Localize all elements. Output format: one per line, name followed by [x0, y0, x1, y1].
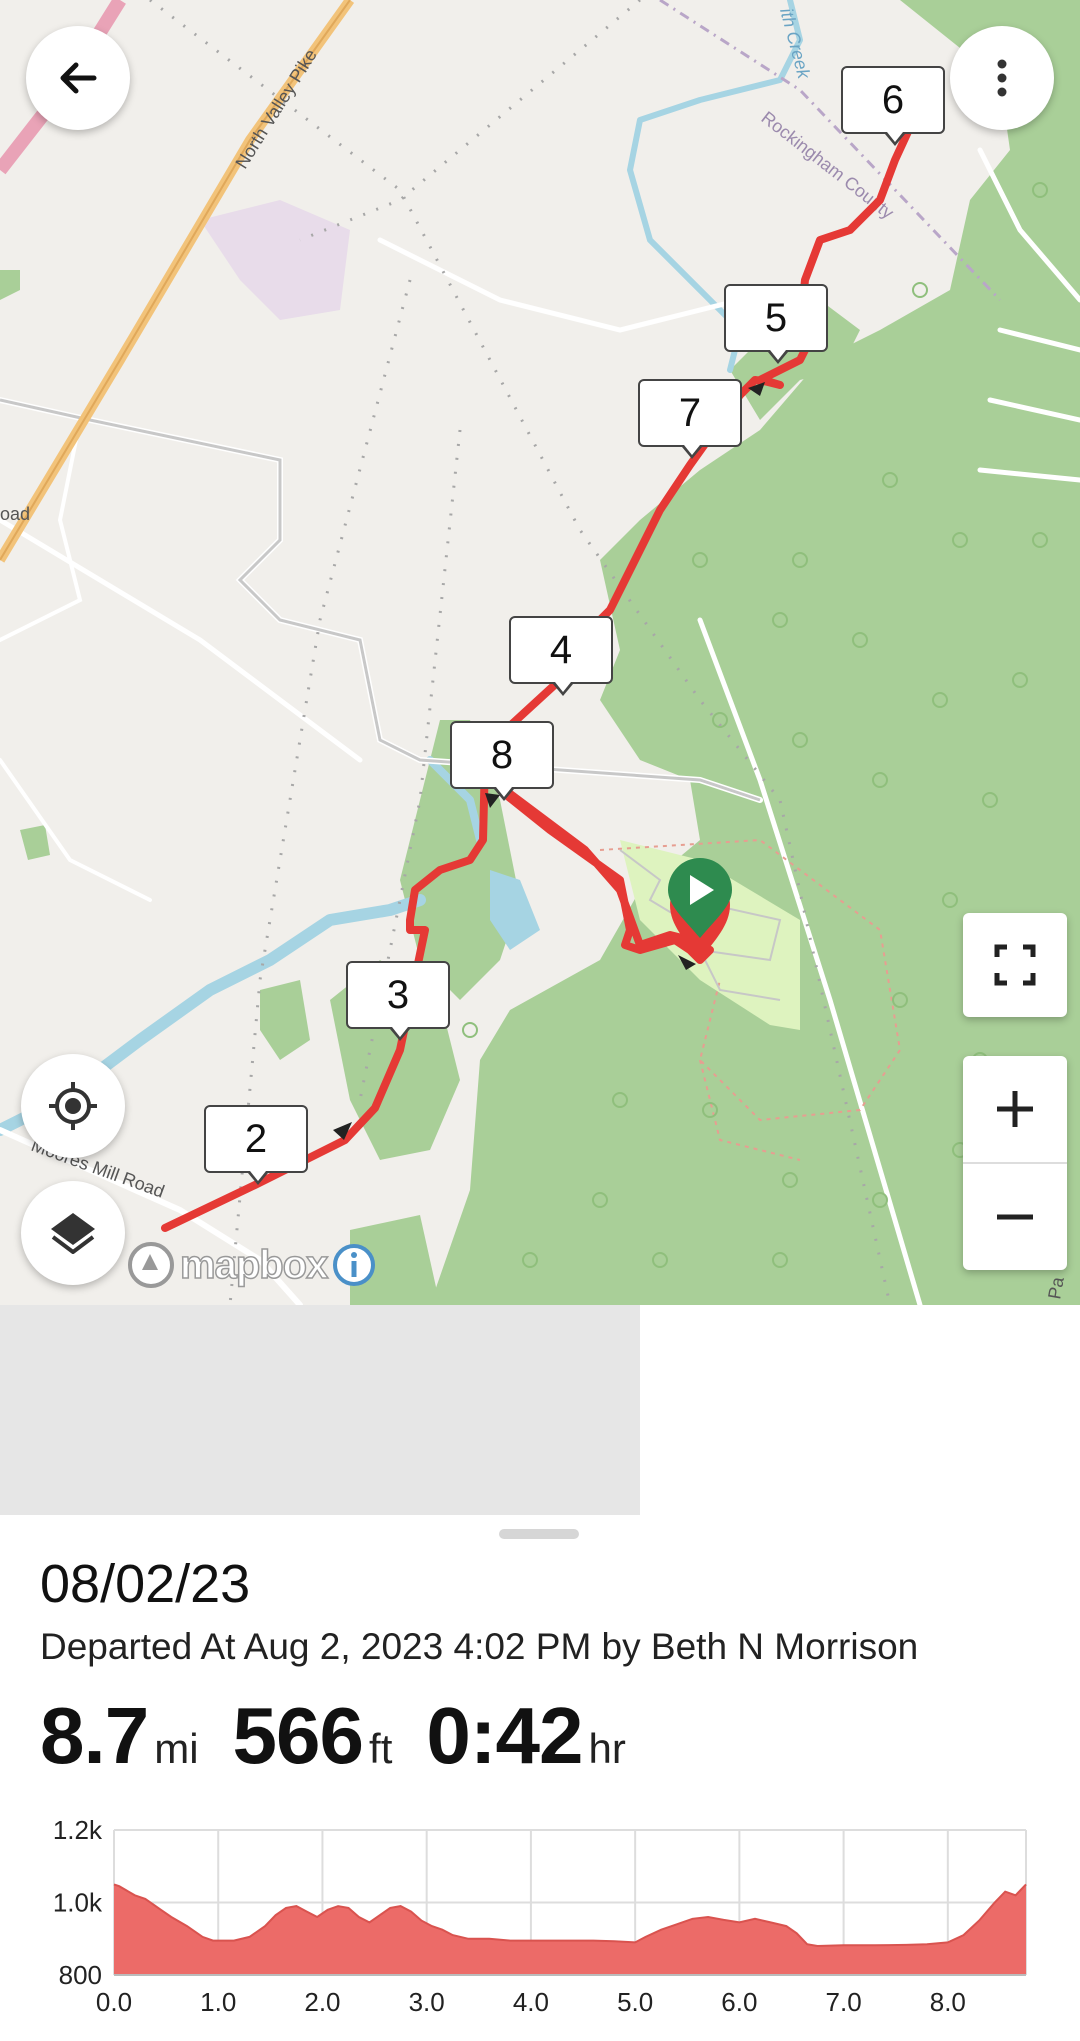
chart-x-tick-label: 7.0: [826, 1987, 862, 2017]
mile-marker-5[interactable]: 5: [724, 284, 828, 364]
activity-title: 08/02/23: [40, 1554, 251, 1614]
activity-stats: 8.7 mi 566 ft 0:42 hr: [40, 1690, 660, 1782]
zoom-in-button[interactable]: [963, 1056, 1067, 1164]
elevation-chart[interactable]: 0.0 1.0 2.0 3.0 4.0 5.0 6.0 7.0 8.0 800 1.0k 1.2k: [0, 1805, 1080, 2041]
more-vertical-icon: [997, 59, 1007, 97]
chart-x-tick-label: 0.0: [96, 1987, 132, 2017]
chart-y-tick-label: 1.2k: [53, 1815, 103, 1845]
map-view[interactable]: North Valley Pike Rockingham County ith …: [0, 0, 1080, 1305]
map-label-road-left: oad: [0, 504, 30, 524]
mile-marker-4[interactable]: 4: [509, 616, 613, 696]
back-button[interactable]: [26, 26, 130, 130]
distance-unit: mi: [154, 1725, 199, 1772]
chart-y-tick-label: 1.0k: [53, 1888, 103, 1918]
mile-marker-7[interactable]: 7: [638, 379, 742, 459]
mile-marker-3[interactable]: 3: [346, 961, 450, 1041]
activity-subtitle: Departed At Aug 2, 2023 4:02 PM by Beth …: [40, 1626, 919, 1667]
my-location-button[interactable]: [21, 1054, 125, 1158]
media-placeholder: [0, 1305, 640, 1515]
zoom-controls: [963, 1056, 1067, 1270]
chart-x-tick-label: 2.0: [304, 1987, 340, 2017]
fullscreen-button[interactable]: [963, 913, 1067, 1017]
zoom-out-button[interactable]: [963, 1164, 1067, 1270]
chart-x-tick-label: 3.0: [409, 1987, 445, 2017]
mile-marker-8[interactable]: 8: [450, 721, 554, 801]
map-label-road-right: Pa: [1044, 1275, 1068, 1301]
mapbox-logo-icon: [128, 1242, 174, 1288]
distance-value: 8.7: [40, 1691, 149, 1780]
layers-icon: [51, 1213, 95, 1254]
duration-value: 0:42: [426, 1691, 583, 1780]
locate-icon: [49, 1082, 97, 1130]
more-options-button[interactable]: [950, 26, 1054, 130]
mapbox-logo[interactable]: mapbox: [126, 1240, 377, 1290]
fullscreen-icon: [994, 944, 1036, 986]
duration-unit: hr: [588, 1725, 626, 1772]
minus-icon: [997, 1214, 1033, 1220]
info-icon[interactable]: [331, 1242, 377, 1288]
mile-marker-2[interactable]: 2: [204, 1105, 308, 1185]
elevation-unit: ft: [369, 1725, 393, 1772]
mile-marker-6[interactable]: 6: [841, 66, 945, 146]
chart-x-tick-label: 5.0: [617, 1987, 653, 2017]
map-layers-button[interactable]: [21, 1181, 125, 1285]
elevation-line: [113, 1883, 1027, 1948]
plus-icon: [997, 1091, 1033, 1127]
chart-x-tick-label: 6.0: [721, 1987, 757, 2017]
elevation-value: 566: [232, 1691, 364, 1780]
mapbox-wordmark: mapbox: [179, 1242, 329, 1288]
chart-x-tick-label: 1.0: [200, 1987, 236, 2017]
chart-y-tick-label: 800: [59, 1960, 102, 1990]
back-arrow-icon: [60, 62, 97, 94]
chart-x-tick-label: 8.0: [930, 1987, 966, 2017]
drag-handle[interactable]: [499, 1529, 579, 1539]
elevation-area: [114, 1884, 1026, 1975]
chart-x-tick-label: 4.0: [513, 1987, 549, 2017]
